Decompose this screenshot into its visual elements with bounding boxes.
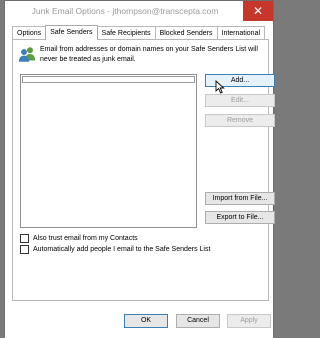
- tab-options[interactable]: Options: [12, 26, 47, 39]
- safe-senders-panel: Email from addresses or domain names on …: [12, 39, 275, 301]
- trust-contacts-option[interactable]: Also trust email from my Contacts: [20, 233, 138, 244]
- tab-safe-senders[interactable]: Safe Senders: [45, 25, 98, 40]
- list-item[interactable]: [22, 76, 195, 83]
- junk-email-options-dialog: Junk Email Options - jthompson@transcept…: [4, 0, 275, 338]
- title-bar: Junk Email Options - jthompson@transcept…: [5, 1, 273, 23]
- tab-blocked-senders[interactable]: Blocked Senders: [154, 26, 218, 39]
- tab-strip: Options Safe Senders Safe Recipients Blo…: [12, 25, 266, 40]
- auto-add-checkbox[interactable]: [20, 245, 29, 254]
- window-title: Junk Email Options - jthompson@transcept…: [31, 6, 219, 16]
- close-button[interactable]: ✕: [243, 1, 273, 21]
- dialog-footer: OK Cancel Apply: [5, 301, 273, 338]
- cancel-button[interactable]: Cancel: [176, 314, 220, 328]
- edit-button[interactable]: Edit...: [205, 94, 275, 107]
- safe-senders-description: Email from addresses or domain names on …: [40, 46, 258, 63]
- tab-international[interactable]: International: [216, 26, 266, 39]
- ok-button[interactable]: OK: [124, 314, 168, 328]
- import-from-file-button[interactable]: Import from File...: [205, 192, 275, 205]
- trust-contacts-checkbox[interactable]: [20, 234, 29, 243]
- remove-button[interactable]: Remove: [205, 114, 275, 127]
- export-to-file-button[interactable]: Export to File...: [205, 211, 275, 224]
- safe-senders-list[interactable]: [20, 74, 197, 228]
- auto-add-option[interactable]: Automatically add people I email to the …: [20, 244, 210, 255]
- trust-contacts-label: Also trust email from my Contacts: [33, 235, 138, 242]
- apply-button[interactable]: Apply: [227, 314, 271, 328]
- tab-safe-recipients[interactable]: Safe Recipients: [96, 26, 156, 39]
- people-icon: [18, 47, 36, 62]
- auto-add-label: Automatically add people I email to the …: [33, 246, 211, 253]
- mouse-pointer-icon: [215, 80, 225, 94]
